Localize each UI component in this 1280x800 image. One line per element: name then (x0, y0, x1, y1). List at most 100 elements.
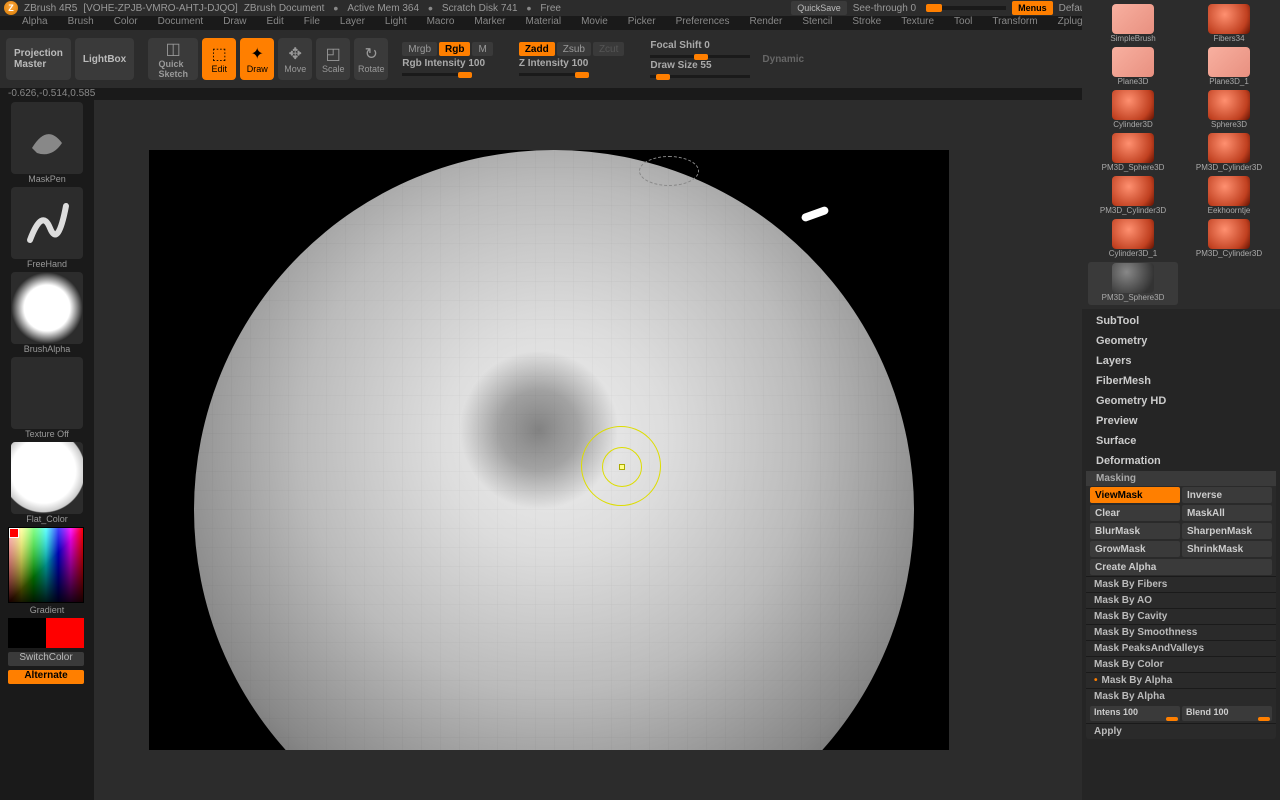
menu-edit[interactable]: Edit (257, 16, 294, 30)
draw-size-slider[interactable] (650, 75, 750, 78)
shrinkmask-button[interactable]: ShrinkMask (1182, 541, 1272, 557)
createalpha-button[interactable]: Create Alpha (1090, 559, 1272, 575)
viewport[interactable] (94, 100, 1238, 800)
edit-button[interactable]: ⬚Edit (202, 38, 236, 80)
zsub-chip[interactable]: Zsub (557, 42, 591, 56)
gradient-label[interactable]: Gradient (8, 605, 86, 616)
menu-preferences[interactable]: Preferences (666, 16, 740, 30)
menu-marker[interactable]: Marker (464, 16, 515, 30)
menu-draw[interactable]: Draw (213, 16, 256, 30)
rgb-chip[interactable]: Rgb (439, 42, 470, 56)
texture-thumb[interactable] (11, 357, 83, 429)
mrgb-chip[interactable]: Mrgb (402, 42, 437, 56)
apply-button[interactable]: Apply (1086, 723, 1276, 739)
tool-sphere3d[interactable]: Sphere3D (1184, 90, 1274, 131)
mask-option[interactable]: Mask By Color (1086, 656, 1276, 672)
section-deformation[interactable]: Deformation (1082, 451, 1280, 471)
menu-alpha[interactable]: Alpha (12, 16, 58, 30)
m-chip[interactable]: M (472, 42, 492, 56)
focal-shift-slider[interactable] (650, 55, 750, 58)
material-thumb[interactable] (11, 442, 83, 514)
menu-movie[interactable]: Movie (571, 16, 618, 30)
rgb-intensity-label[interactable]: Rgb Intensity 100 (402, 58, 493, 69)
menu-texture[interactable]: Texture (891, 16, 944, 30)
dynamic-label[interactable]: Dynamic (762, 54, 804, 65)
stroke-thumb[interactable] (11, 187, 83, 259)
menu-material[interactable]: Material (516, 16, 572, 30)
tool-fibers34[interactable]: Fibers34 (1184, 4, 1274, 45)
section-subtool[interactable]: SubTool (1082, 311, 1280, 331)
scale-button[interactable]: ◰Scale (316, 38, 350, 80)
menu-tool[interactable]: Tool (944, 16, 982, 30)
blurmask-button[interactable]: BlurMask (1090, 523, 1180, 539)
tool-pm3d_cylinder3d[interactable]: PM3D_Cylinder3D (1184, 133, 1274, 174)
swatch-black[interactable] (8, 618, 46, 648)
tool-cylinder3d[interactable]: Cylinder3D (1088, 90, 1178, 131)
seethrough-slider[interactable] (926, 6, 1006, 10)
move-button[interactable]: ✥Move (278, 38, 312, 80)
quicksketch-button[interactable]: ◫Quick Sketch (148, 38, 198, 80)
section-fibermesh[interactable]: FiberMesh (1082, 371, 1280, 391)
draw-size-label[interactable]: Draw Size 55 (650, 60, 750, 71)
draw-button[interactable]: ✦Draw (240, 38, 274, 80)
clear-button[interactable]: Clear (1090, 505, 1180, 521)
growmask-button[interactable]: GrowMask (1090, 541, 1180, 557)
mask-option[interactable]: Mask By Alpha (1086, 672, 1276, 688)
switchcolor-button[interactable]: SwitchColor (8, 652, 84, 666)
lightbox-button[interactable]: LightBox (75, 38, 134, 80)
tool-pm3d_cylinder3d[interactable]: PM3D_Cylinder3D (1184, 219, 1274, 260)
alpha-thumb[interactable] (11, 272, 83, 344)
menu-light[interactable]: Light (375, 16, 417, 30)
rotate-button[interactable]: ↻Rotate (354, 38, 388, 80)
inverse-button[interactable]: Inverse (1182, 487, 1272, 503)
menu-file[interactable]: File (294, 16, 330, 30)
section-geometryhd[interactable]: Geometry HD (1082, 391, 1280, 411)
section-geometry[interactable]: Geometry (1082, 331, 1280, 351)
viewmask-button[interactable]: ViewMask (1090, 487, 1180, 503)
blend-slider[interactable]: Blend 100 (1182, 706, 1272, 721)
rgb-intensity-slider[interactable] (402, 73, 472, 76)
masking-header[interactable]: Masking (1086, 471, 1276, 486)
mask-option[interactable]: Mask PeaksAndValleys (1086, 640, 1276, 656)
section-surface[interactable]: Surface (1082, 431, 1280, 451)
mask-option[interactable]: Mask By Cavity (1086, 608, 1276, 624)
alternate-button[interactable]: Alternate (8, 670, 84, 684)
focal-shift-label[interactable]: Focal Shift 0 (650, 40, 750, 51)
tool-pm3d_sphere3d[interactable]: PM3D_Sphere3D (1088, 262, 1178, 305)
menu-stroke[interactable]: Stroke (842, 16, 891, 30)
projection-master-button[interactable]: Projection Master (6, 38, 71, 80)
tool-plane3d[interactable]: Plane3D (1088, 47, 1178, 88)
z-intensity-label[interactable]: Z Intensity 100 (519, 58, 625, 69)
menu-macro[interactable]: Macro (417, 16, 465, 30)
menu-layer[interactable]: Layer (330, 16, 375, 30)
menu-document[interactable]: Document (148, 16, 214, 30)
swatch-red[interactable] (46, 618, 84, 648)
menus-button[interactable]: Menus (1012, 1, 1053, 15)
maskall-button[interactable]: MaskAll (1182, 505, 1272, 521)
quicksave-button[interactable]: QuickSave (791, 1, 847, 15)
zadd-chip[interactable]: Zadd (519, 42, 555, 56)
tool-plane3d_1[interactable]: Plane3D_1 (1184, 47, 1274, 88)
zcut-chip[interactable]: Zcut (593, 42, 624, 56)
tool-simplebrush[interactable]: SimpleBrush (1088, 4, 1178, 45)
brush-thumb[interactable] (11, 102, 83, 174)
tool-eekhoorntje[interactable]: Eekhoorntje (1184, 176, 1274, 217)
tool-pm3d_sphere3d[interactable]: PM3D_Sphere3D (1088, 133, 1178, 174)
menu-transform[interactable]: Transform (982, 16, 1047, 30)
sharpenmask-button[interactable]: SharpenMask (1182, 523, 1272, 539)
z-intensity-slider[interactable] (519, 73, 589, 76)
tool-pm3d_cylinder3d[interactable]: PM3D_Cylinder3D (1088, 176, 1178, 217)
mask-option[interactable]: Mask By AO (1086, 592, 1276, 608)
mask-option[interactable]: Mask By Fibers (1086, 576, 1276, 592)
color-picker[interactable] (8, 527, 84, 603)
menu-render[interactable]: Render (740, 16, 793, 30)
mask-option[interactable]: Mask By Smoothness (1086, 624, 1276, 640)
mask-option[interactable]: Mask By Alpha (1086, 688, 1276, 704)
menu-brush[interactable]: Brush (58, 16, 104, 30)
menu-picker[interactable]: Picker (618, 16, 666, 30)
menu-stencil[interactable]: Stencil (792, 16, 842, 30)
tool-cylinder3d_1[interactable]: Cylinder3D_1 (1088, 219, 1178, 260)
section-preview[interactable]: Preview (1082, 411, 1280, 431)
intens-slider[interactable]: Intens 100 (1090, 706, 1180, 721)
menu-color[interactable]: Color (104, 16, 148, 30)
